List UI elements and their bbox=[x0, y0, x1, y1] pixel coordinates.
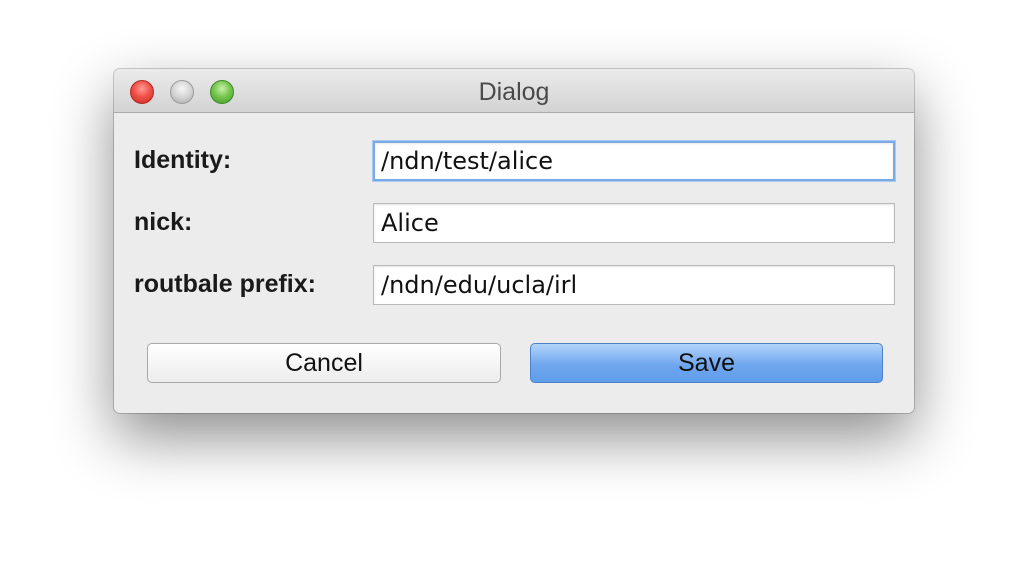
prefix-label: routbale prefix: bbox=[134, 270, 316, 298]
window-title: Dialog bbox=[478, 78, 550, 106]
cancel-button[interactable]: Cancel bbox=[147, 343, 501, 383]
dialog-window: Dialog Identity: /ndn/test/alice nick: A… bbox=[114, 69, 914, 413]
title-bar[interactable]: Dialog bbox=[114, 69, 914, 113]
identity-label: Identity: bbox=[134, 146, 232, 174]
zoom-icon[interactable] bbox=[210, 80, 234, 104]
prefix-field[interactable]: /ndn/edu/ucla/irl bbox=[373, 265, 895, 305]
save-button[interactable]: Save bbox=[530, 343, 883, 383]
close-icon[interactable] bbox=[130, 80, 154, 104]
minimize-icon[interactable] bbox=[170, 80, 194, 104]
nick-field[interactable]: Alice bbox=[373, 203, 895, 243]
identity-field[interactable]: /ndn/test/alice bbox=[373, 141, 895, 181]
nick-label: nick: bbox=[134, 208, 193, 236]
